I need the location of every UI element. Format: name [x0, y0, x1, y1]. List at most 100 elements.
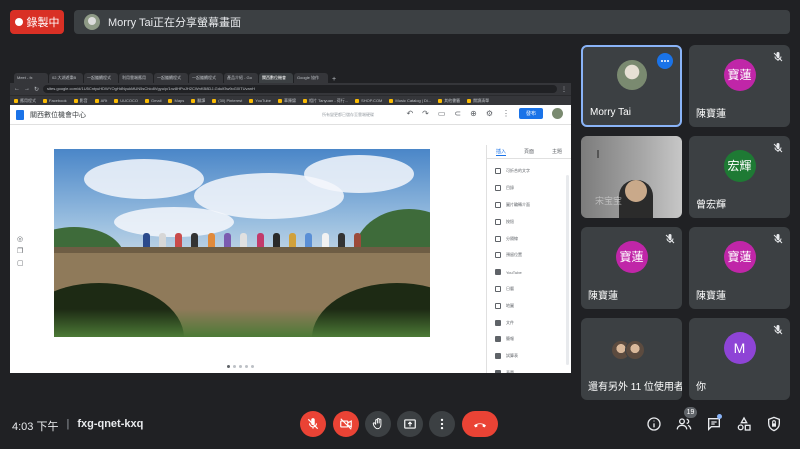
participant-tile[interactable]: 寶蓮 陳寶蓮: [581, 227, 682, 309]
insert-list: 可折合的文字 目錄 圖片輪轉介面 按鈕 分隔線 預留位置 YouTube 日曆 …: [487, 159, 571, 373]
bookmark-item: Maps: [168, 98, 184, 103]
chat-notification-dot: [717, 414, 722, 419]
bookmark-icon: [191, 98, 196, 103]
slides-icon: [495, 336, 501, 343]
draft-saved-note: 所有變更都已儲存至雲端硬碟: [322, 112, 374, 117]
insert-item: 表單: [495, 365, 571, 373]
participant-tile-camera[interactable]: 宋宝宝: [581, 136, 682, 218]
bookmark-item: 其他書籤: [438, 98, 460, 104]
meeting-details-button[interactable]: [644, 414, 664, 434]
carousel-image: [54, 149, 430, 337]
bookmark-icon: [278, 98, 282, 103]
group-avatars: [611, 340, 645, 360]
preview-icon: ▭: [437, 109, 446, 118]
activities-icon: [737, 416, 751, 431]
more-participants-tile[interactable]: 還有另外 11 位使用者: [581, 318, 682, 400]
participant-name: Morry Tai: [590, 107, 631, 118]
browser-tab: 一起繼續程式: [189, 73, 223, 83]
browser-tab: 產品介紹 - Go: [224, 73, 258, 83]
participant-name: 陳寶蓮: [696, 109, 726, 120]
bookmark-icon: [303, 98, 307, 103]
activities-button[interactable]: [734, 414, 754, 434]
link-icon: ⊂: [454, 109, 462, 118]
mic-toggle-button[interactable]: [300, 411, 326, 437]
insert-panel: 插入 頁面 主題 可折合的文字 目錄 圖片輪轉介面 按鈕 分隔線 預留位置 Yo…: [486, 145, 571, 373]
browser-menu-icon: ⋮: [561, 86, 567, 93]
recording-badge[interactable]: 錄製中: [10, 10, 64, 34]
meeting-code: fxg-qnet-kxq: [77, 418, 144, 430]
participant-tile[interactable]: 寶蓮 陳寶蓮: [689, 227, 790, 309]
more-options-button[interactable]: [429, 411, 455, 437]
recording-dot-icon: [14, 18, 23, 26]
shared-screen: Meet - fx 02.大湖遊樂B 一起繼續程式 利用雲端應用 一起繼續程式 …: [10, 71, 571, 373]
insert-item: 日曆: [495, 281, 571, 298]
forward-arrow-icon: →: [24, 86, 30, 92]
bookmark-icon: [212, 98, 217, 103]
browser-tab: 利用雲端應用: [119, 73, 153, 83]
google-sites-logo-icon: [16, 109, 24, 120]
docs-icon: [495, 319, 501, 326]
insert-item: 簡報: [495, 331, 571, 348]
youtube-icon: [495, 269, 501, 276]
carousel-indicator: [227, 365, 254, 368]
panel-tab-pages: 頁面: [523, 149, 534, 155]
participant-name: 陳寶蓮: [588, 291, 618, 302]
share-icon: ⊕: [470, 109, 477, 118]
sites-toolbar: ↶ ↷ ▭ ⊂ ⊕ ⚙ ⋮ 發布: [406, 108, 563, 119]
camera-toggle-button[interactable]: [333, 411, 359, 437]
participant-name: 曾宏輝: [696, 200, 726, 211]
address-bar: sites.google.com/d/1U5CntyuHDWYOgHdNyukM…: [43, 85, 557, 93]
mic-off-icon: [665, 234, 675, 244]
bookmark-item: UUCOCO: [114, 98, 138, 103]
more-options-button[interactable]: [657, 53, 673, 69]
palette-icon: ◎: [17, 236, 24, 243]
participant-avatar: 寶蓮: [723, 58, 756, 91]
participant-avatar: [616, 60, 647, 91]
leave-call-button[interactable]: [462, 411, 498, 437]
recording-label: 錄製中: [26, 17, 60, 29]
insert-item: 預留位置: [495, 247, 571, 264]
raise-hand-button[interactable]: [365, 411, 391, 437]
presenter-avatar: [84, 14, 100, 30]
hang-up-icon: [474, 423, 486, 428]
bookmark-icon: [73, 98, 78, 103]
info-icon: [647, 417, 661, 431]
browser-tab: 02.大湖遊樂B: [49, 73, 83, 83]
button-icon: [495, 218, 501, 225]
bookmark-item: 相片 Tanyuan - 荷行...: [303, 98, 348, 104]
host-controls-button[interactable]: [764, 414, 784, 434]
undo-icon: ↶: [406, 109, 414, 118]
redo-icon: ↷: [422, 109, 429, 118]
camera-name-overlay: 宋宝宝: [595, 196, 623, 206]
camera-person-head: [625, 180, 647, 202]
participant-tile[interactable]: 宏輝 曾宏輝: [689, 136, 790, 218]
participant-tile[interactable]: 寶蓮 陳寶蓮: [689, 45, 790, 127]
bookmark-item: Facebook: [43, 98, 67, 103]
mic-off-icon: [773, 234, 783, 244]
self-tile[interactable]: M 你: [689, 318, 790, 400]
bookmark-icon: [389, 98, 394, 103]
participant-avatar: [625, 340, 645, 360]
bookmark-icon: [438, 98, 443, 103]
more-vert-icon: ⋮: [502, 109, 510, 118]
people-icon: [676, 418, 692, 430]
present-screen-button[interactable]: [397, 411, 423, 437]
participant-tile-morry-tai[interactable]: Morry Tai: [581, 45, 682, 127]
browser-tab-active: 關西數位機會: [259, 73, 293, 83]
bookmark-item: YouTube: [249, 98, 271, 103]
panel-tab-themes: 主題: [551, 149, 562, 155]
duplicate-icon: ❐: [17, 248, 24, 255]
insert-item: 按鈕: [495, 213, 571, 230]
bookmark-icon: [168, 98, 173, 103]
browser-tab: 一起繼續程式: [84, 73, 118, 83]
insert-item: 可折合的文字: [495, 163, 571, 180]
insert-item: 目錄: [495, 180, 571, 197]
hand-icon: [372, 417, 382, 430]
grass-shape: [54, 309, 430, 337]
bookmark-icon: [355, 98, 360, 103]
participant-avatar: 寶蓮: [615, 240, 648, 273]
bookmark-icon: [14, 98, 18, 103]
bookmark-item: 影音: [73, 98, 88, 104]
panel-scrollbar: [566, 175, 569, 365]
bookmark-item: SHOP.COM: [355, 98, 382, 103]
